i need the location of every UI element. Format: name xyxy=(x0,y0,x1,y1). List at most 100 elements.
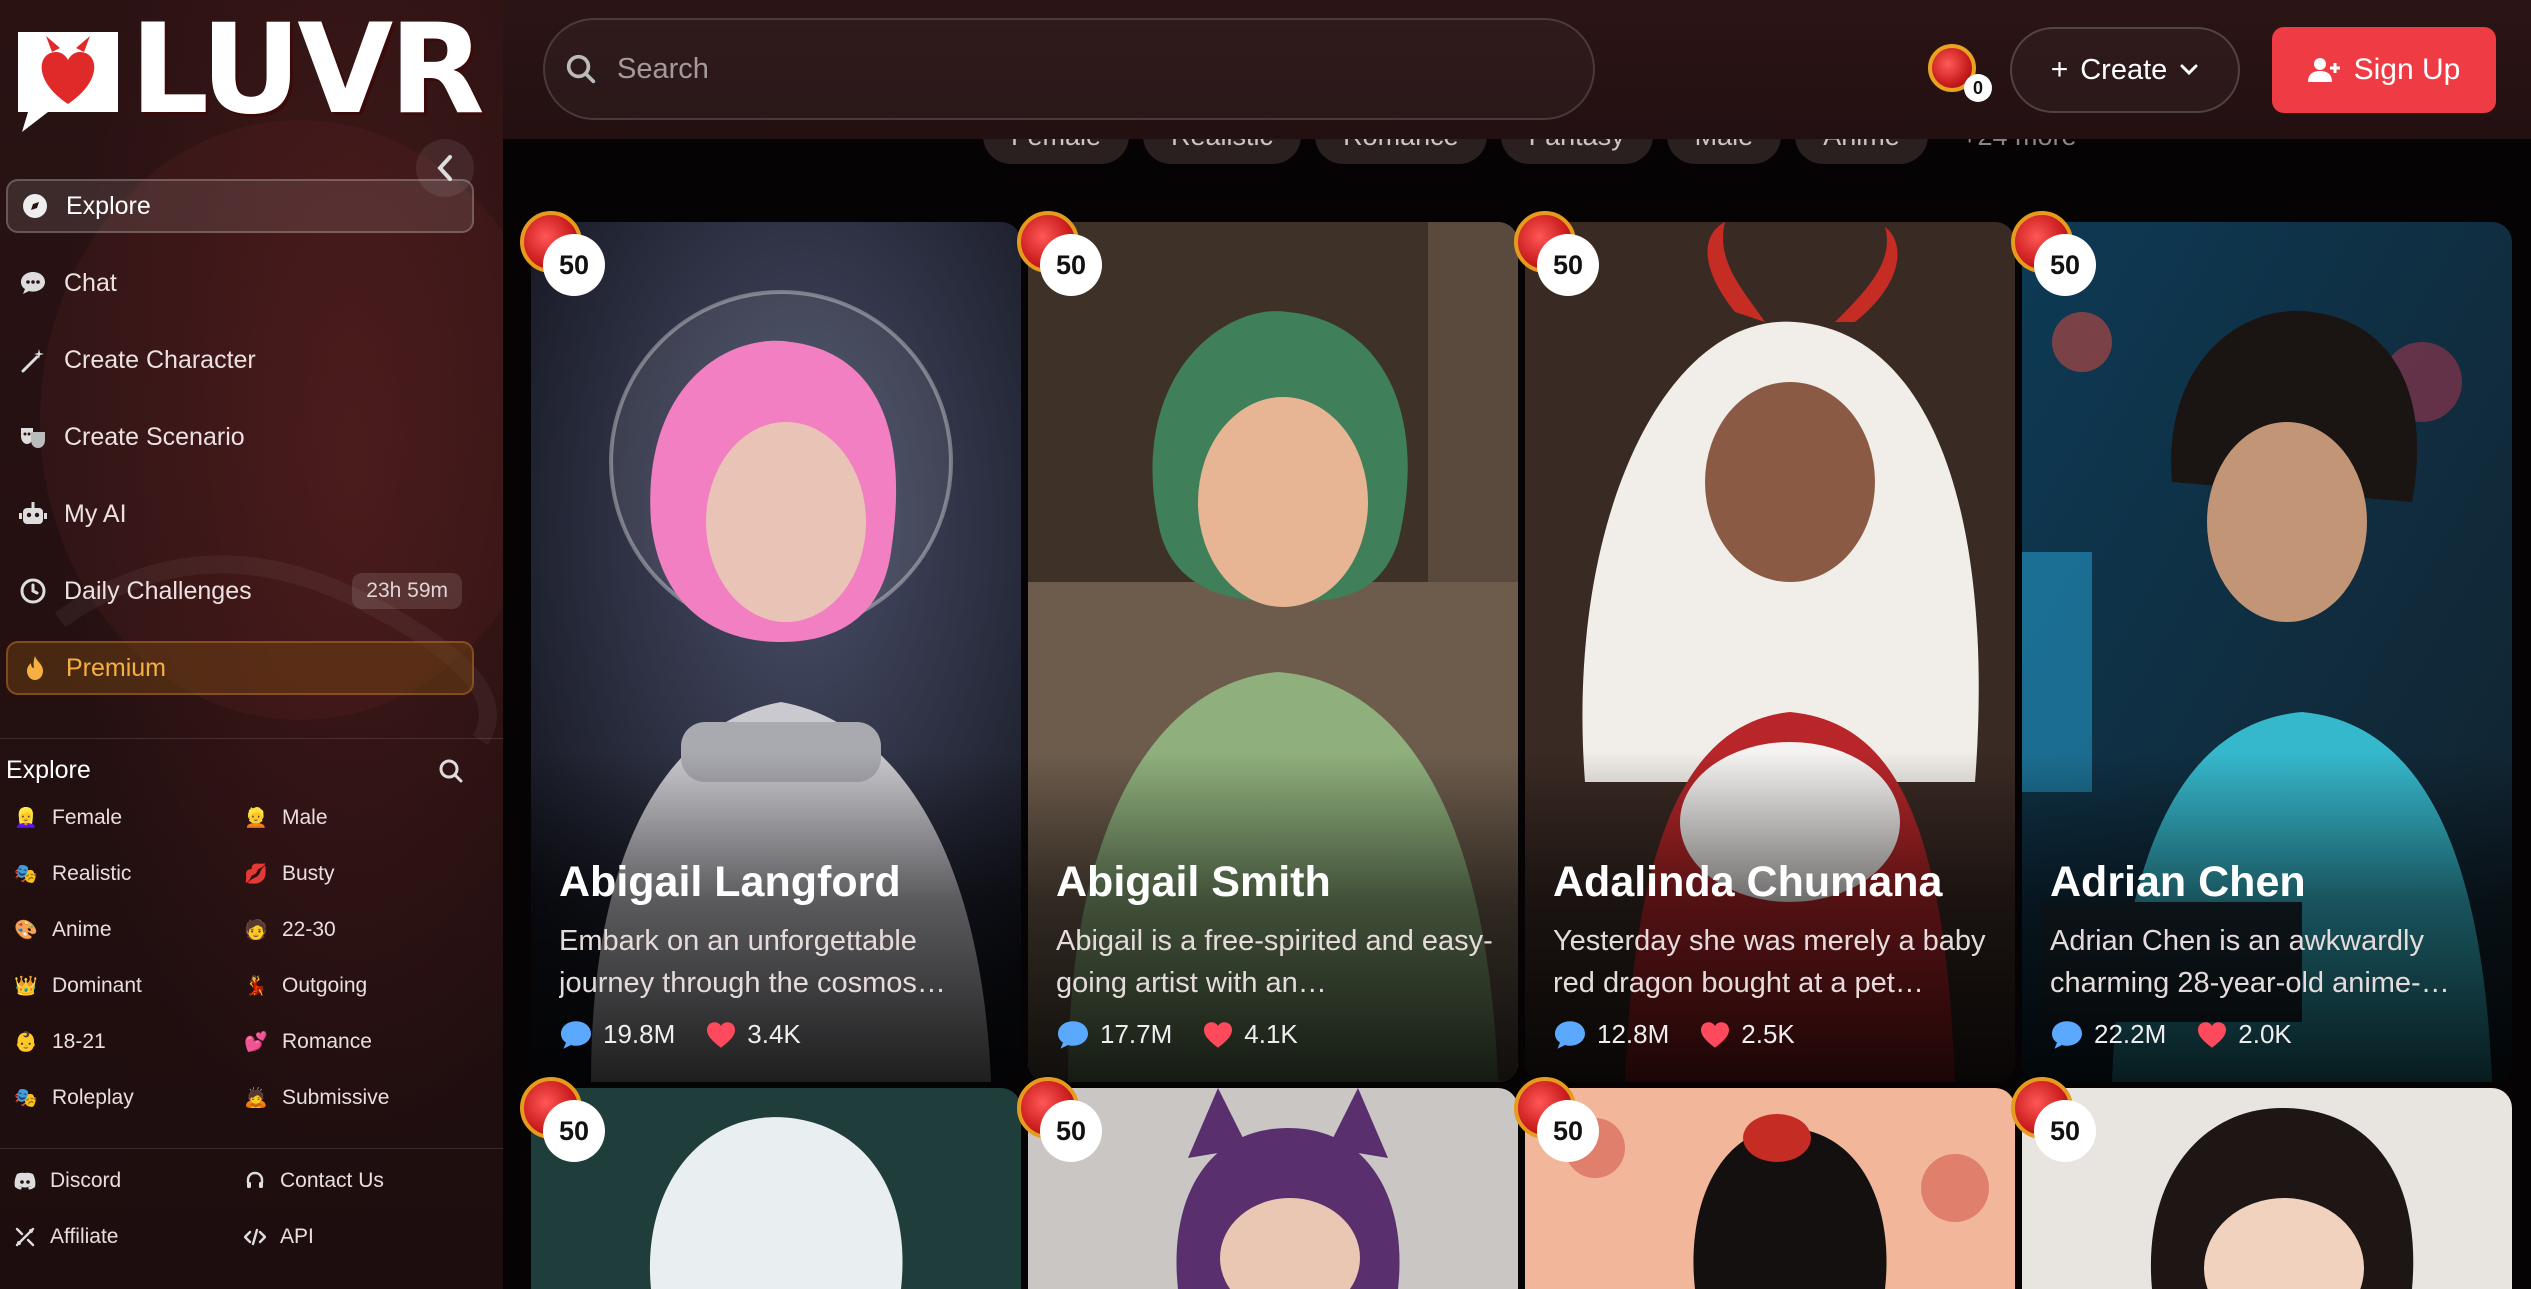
tag-label: Dominant xyxy=(52,974,142,997)
nav-explore[interactable]: Explore xyxy=(6,179,474,233)
chevron-left-icon xyxy=(437,155,452,181)
search-input[interactable] xyxy=(617,52,1517,86)
character-description: Embark on an unforgettable journey throu… xyxy=(559,925,946,999)
tag-anime[interactable]: 🎨 Anime xyxy=(14,917,244,943)
search-icon[interactable] xyxy=(438,758,464,784)
explore-tag-list: 👱‍♀️ Female 👱 Male 🎭 Realistic 💋 Busty 🎨 Anim… xyxy=(14,805,474,1111)
like-count-stat[interactable]: 3.4K xyxy=(705,1019,801,1050)
hearts-emoji-icon: 💕 xyxy=(244,1032,268,1053)
coin-balance[interactable]: 0 xyxy=(1928,44,1992,102)
tag-22-30[interactable]: 🧑 22-30 xyxy=(244,917,474,943)
robot-icon xyxy=(18,499,48,529)
coin-cost-badge: 50 xyxy=(1017,211,1099,293)
like-count: 4.1K xyxy=(1244,1019,1298,1049)
plus-icon: + xyxy=(2050,53,2069,86)
chat-count: 19.8M xyxy=(603,1019,676,1049)
coin-cost: 50 xyxy=(546,1103,602,1159)
tag-romance[interactable]: 💕 Romance xyxy=(244,1029,474,1055)
link-affiliate[interactable]: Affiliate xyxy=(14,1224,244,1250)
tag-label: Anime xyxy=(52,918,112,941)
bowing-emoji-icon: 🙇 xyxy=(244,1088,268,1109)
tag-busty[interactable]: 💋 Busty xyxy=(244,861,474,887)
character-card[interactable] xyxy=(1525,1088,2015,1289)
character-portrait-image xyxy=(1525,1088,2015,1289)
compass-icon xyxy=(20,191,50,221)
search-icon xyxy=(566,54,596,84)
chat-bubble-icon xyxy=(2052,1020,2082,1049)
person-emoji-icon: 🧑 xyxy=(244,920,268,941)
character-card[interactable] xyxy=(531,1088,1021,1289)
chat-count-stat: 22.2M xyxy=(2050,1019,2166,1050)
masks-icon xyxy=(18,422,48,452)
sidebar-divider xyxy=(0,738,503,739)
tag-label: Male xyxy=(282,806,328,829)
link-discord[interactable]: Discord xyxy=(14,1168,244,1194)
nav-create-character[interactable]: Create Character xyxy=(6,333,474,387)
link-api[interactable]: API xyxy=(244,1224,474,1250)
create-label: Create xyxy=(2080,53,2168,86)
palette-emoji-icon: 🎨 xyxy=(14,920,38,941)
card-stats: 22.2M 2.0K xyxy=(2050,1019,2292,1050)
nav-premium[interactable]: Premium xyxy=(6,641,474,695)
card-stats: 12.8M 2.5K xyxy=(1553,1019,1795,1050)
nav-label: Create Character xyxy=(64,345,256,374)
chat-count-stat: 19.8M xyxy=(559,1019,675,1050)
coin-cost-badge: 50 xyxy=(520,1077,602,1159)
user-plus-icon xyxy=(2307,58,2340,82)
nav-daily-challenges[interactable]: Daily Challenges 23h 59m xyxy=(6,564,474,618)
tag-label: Roleplay xyxy=(52,1086,134,1109)
young-face-emoji-icon: 👶 xyxy=(14,1032,38,1053)
chat-count: 22.2M xyxy=(2094,1019,2167,1049)
tag-dominant[interactable]: 👑 Dominant xyxy=(14,973,244,999)
search-bar[interactable] xyxy=(543,18,1595,120)
like-count-stat[interactable]: 4.1K xyxy=(1202,1019,1298,1050)
link-label: API xyxy=(280,1225,314,1248)
nav-create-scenario[interactable]: Create Scenario xyxy=(6,410,474,464)
character-card[interactable] xyxy=(1028,1088,1518,1289)
like-count: 2.5K xyxy=(1741,1019,1795,1049)
tag-male[interactable]: 👱 Male xyxy=(244,805,474,831)
main-nav: Explore Chat Create Character Create Sce… xyxy=(6,179,474,718)
masks-emoji-icon: 🎭 xyxy=(14,864,38,885)
tag-label: Outgoing xyxy=(282,974,368,997)
flame-icon xyxy=(20,653,50,683)
lips-emoji-icon: 💋 xyxy=(244,864,268,885)
tag-submissive[interactable]: 🙇 Submissive xyxy=(244,1085,474,1111)
coin-cost: 50 xyxy=(2037,1103,2093,1159)
dancer-emoji-icon: 💃 xyxy=(244,976,268,997)
app-logo[interactable]: LUVR xyxy=(12,8,485,132)
card-stats: 17.7M 4.1K xyxy=(1056,1019,1298,1050)
nav-label: Explore xyxy=(66,191,151,220)
tag-realistic[interactable]: 🎭 Realistic xyxy=(14,861,244,887)
sidebar-divider xyxy=(0,1148,503,1149)
code-icon xyxy=(244,1228,266,1246)
tag-18-21[interactable]: 👶 18-21 xyxy=(14,1029,244,1055)
link-contact-us[interactable]: Contact Us xyxy=(244,1168,474,1194)
character-name: Adrian Chen xyxy=(2050,858,2306,906)
chat-count-stat: 17.7M xyxy=(1056,1019,1172,1050)
tag-female[interactable]: 👱‍♀️ Female xyxy=(14,805,244,831)
nav-my-ai[interactable]: My AI xyxy=(6,487,474,541)
sign-up-button[interactable]: Sign Up xyxy=(2272,27,2496,113)
create-dropdown-button[interactable]: + Create xyxy=(2010,27,2240,113)
chat-bubble-icon xyxy=(561,1020,591,1049)
tag-label: Female xyxy=(52,806,123,829)
character-card[interactable] xyxy=(2022,1088,2512,1289)
coin-cost: 50 xyxy=(546,237,602,293)
headset-icon xyxy=(244,1171,266,1191)
chat-count: 12.8M xyxy=(1597,1019,1670,1049)
top-bar: 0 + Create Sign Up xyxy=(503,0,2531,139)
masks-emoji-icon: 🎭 xyxy=(14,1088,38,1109)
nav-chat[interactable]: Chat xyxy=(6,256,474,310)
tag-outgoing[interactable]: 💃 Outgoing xyxy=(244,973,474,999)
challenge-timer-badge: 23h 59m xyxy=(352,573,462,609)
link-label: Affiliate xyxy=(50,1225,119,1248)
like-count-stat[interactable]: 2.5K xyxy=(1699,1019,1795,1050)
card-stats: 19.8M 3.4K xyxy=(559,1019,801,1050)
coin-count: 0 xyxy=(1964,74,1992,102)
coin-cost-badge: 50 xyxy=(1017,1077,1099,1159)
chat-bubble-icon xyxy=(1555,1020,1585,1049)
like-count-stat[interactable]: 2.0K xyxy=(2196,1019,2292,1050)
tag-roleplay[interactable]: 🎭 Roleplay xyxy=(14,1085,244,1111)
coin-cost-badge: 50 xyxy=(520,211,602,293)
